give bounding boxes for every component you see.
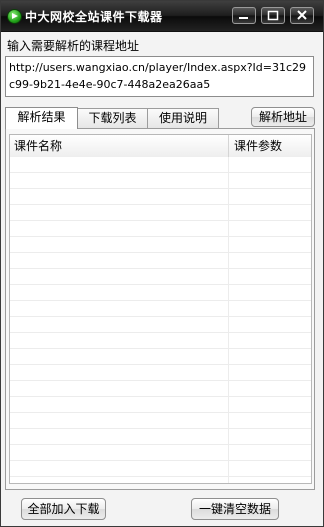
column-header-name[interactable]: 课件名称 [14, 135, 62, 157]
list-rows [10, 157, 311, 483]
window-title: 中大网校全站课件下载器 [25, 10, 163, 24]
course-list[interactable]: 课件名称 课件参数 [9, 134, 312, 484]
title-bar[interactable]: 中大网校全站课件下载器 [1, 1, 323, 32]
list-header: 课件名称 课件参数 [10, 135, 311, 158]
url-label: 输入需要解析的课程地址 [7, 39, 140, 53]
tab-instructions[interactable]: 使用说明 [147, 108, 219, 128]
close-icon [297, 10, 307, 20]
close-button[interactable] [290, 7, 314, 24]
column-header-params[interactable]: 课件参数 [234, 135, 282, 157]
column-grid-line [228, 157, 229, 483]
add-all-download-button[interactable]: 全部加入下载 [21, 498, 106, 520]
play-icon [7, 9, 22, 24]
tab-parse-results[interactable]: 解析结果 [5, 107, 78, 129]
maximize-icon [267, 10, 279, 21]
parse-url-button[interactable]: 解析地址 [251, 107, 315, 127]
minimize-button[interactable] [232, 7, 256, 24]
course-url-input[interactable]: http://users.wangxiao.cn/player/Index.as… [5, 56, 314, 97]
column-divider[interactable] [228, 135, 229, 157]
maximize-button[interactable] [261, 7, 285, 24]
tab-download-list[interactable]: 下载列表 [77, 108, 148, 128]
app-window: 中大网校全站课件下载器 输入需要解析的课程地址 http://users.wan… [0, 0, 324, 527]
minimize-icon [239, 17, 248, 19]
clear-data-button[interactable]: 一键清空数据 [191, 498, 279, 520]
tab-panel: 课件名称 课件参数 [5, 128, 315, 490]
